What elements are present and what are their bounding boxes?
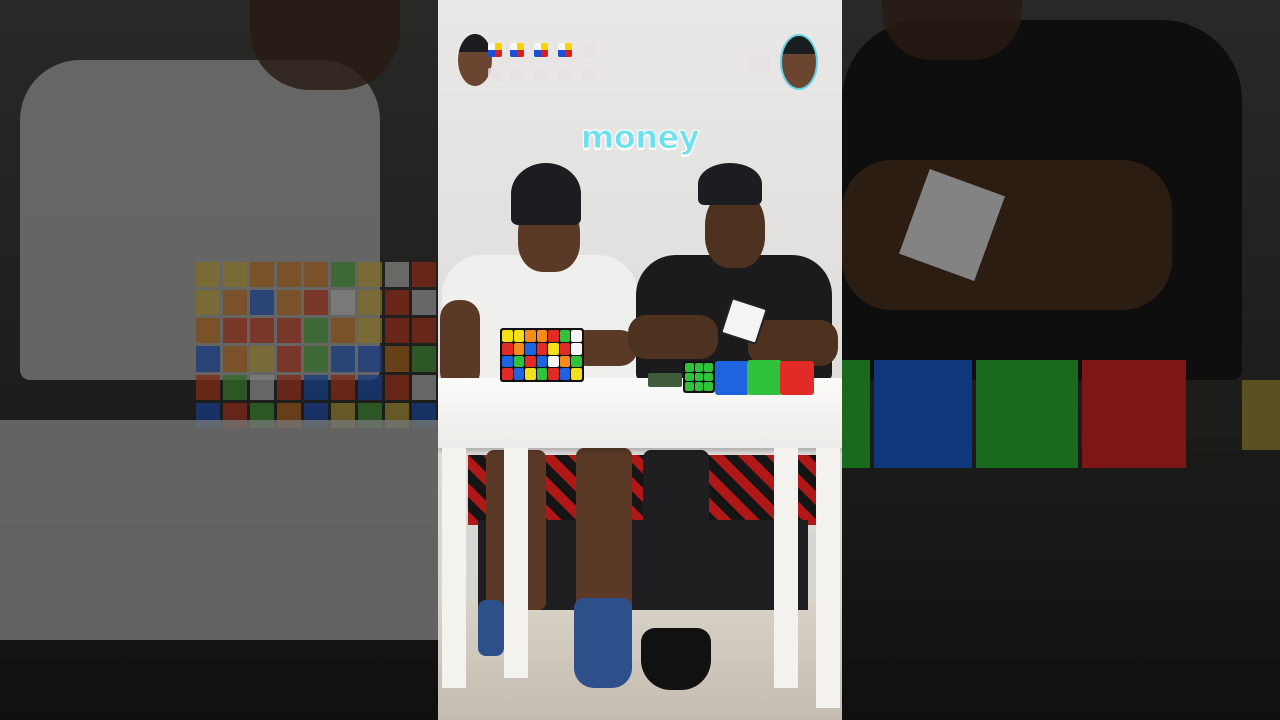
table-leg [774,448,798,688]
cube-won-icon [510,43,524,57]
cube-pending-icon [558,68,572,82]
left-arm [440,300,480,390]
blue-sock [478,600,504,656]
cube-pending-icon [488,68,502,82]
cube-pending-icon [582,68,596,82]
blurred-background-right [842,0,1280,720]
cube-red [780,361,814,395]
dark-pants [643,450,709,600]
black-cap [698,163,762,205]
cube-won-icon [488,43,502,57]
black-beanie [511,163,581,225]
big-rubiks-cube [500,328,584,382]
right-player-avatar [780,34,818,90]
table-leg [816,448,840,708]
cube-pending-icon [748,50,770,72]
cube-pending-icon [534,68,548,82]
cap-icon [782,36,816,54]
cube-pending-icon [510,68,524,82]
slide-sandal [641,628,711,690]
cube-won-icon [558,43,572,57]
cube-pending-icon [582,43,596,57]
beanie-icon [458,34,492,52]
cube-green-black [683,361,715,393]
cube-won-icon [534,43,548,57]
caption-text: money [580,118,700,157]
cube-green [747,360,782,395]
dim-overlay [0,0,438,720]
left-player-avatar [458,34,492,86]
cube-blue [715,361,749,395]
leg [576,448,632,618]
blurred-background-left [0,0,438,720]
table-leg [504,448,528,678]
table-leg [442,448,466,688]
money-stack [648,373,682,387]
dim-overlay [842,0,1280,720]
blue-sock [574,598,632,688]
left-arm [628,315,718,359]
video-frame: money [438,0,842,720]
